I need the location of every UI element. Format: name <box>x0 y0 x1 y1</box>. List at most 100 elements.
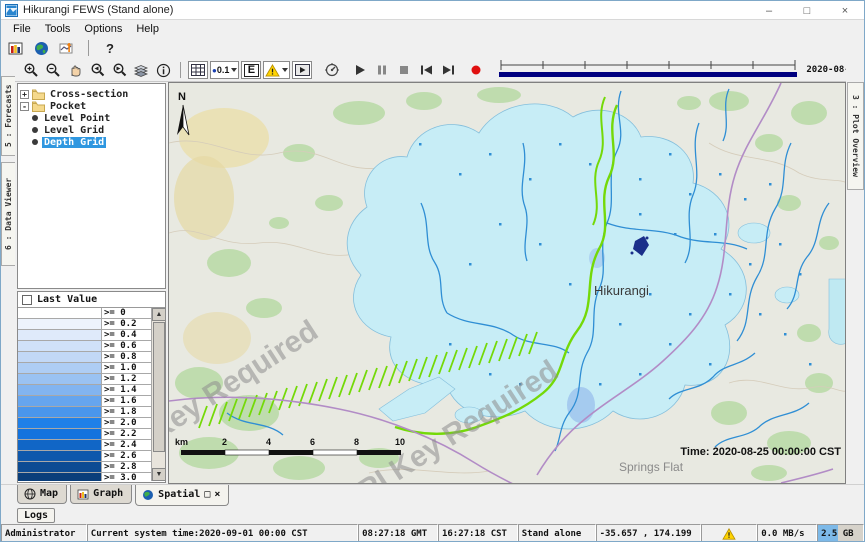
legend-row[interactable]: >= 1.2 <box>18 374 151 385</box>
tab-spatial[interactable]: Spatial □ × <box>135 485 229 506</box>
legend-row[interactable]: >= 1.4 <box>18 385 151 396</box>
legend-title: Last Value <box>37 294 97 305</box>
close-button[interactable]: × <box>826 1 864 20</box>
place-label-springs-flat: Springs Flat <box>619 460 684 474</box>
status-coordinates: -35.657 , 174.199 <box>596 524 702 542</box>
stop-button[interactable] <box>394 60 414 80</box>
tab-plot-overview-label: 3 : Plot Overview <box>851 95 860 177</box>
step-back-button[interactable] <box>416 60 436 80</box>
pause-button[interactable] <box>372 60 392 80</box>
tab-maximize-icon[interactable]: □ <box>204 489 210 500</box>
play-button[interactable] <box>350 60 370 80</box>
legend-swatch <box>18 440 102 450</box>
warning-icon <box>722 528 736 540</box>
window-title: Hikurangi FEWS (Stand alone) <box>23 4 173 16</box>
tab-graph[interactable]: Graph <box>70 485 132 504</box>
legend-row[interactable]: >= 2.4 <box>18 440 151 451</box>
minimize-button[interactable]: – <box>750 1 788 20</box>
menu-item[interactable]: Help <box>129 22 166 36</box>
scrollbar-thumb[interactable] <box>153 322 165 452</box>
legend-row[interactable]: >= 2.2 <box>18 429 151 440</box>
scroll-down-icon[interactable]: ▼ <box>152 468 165 481</box>
legend-toggle-button[interactable]: E <box>241 61 261 79</box>
legend-row[interactable]: >= 2.0 <box>18 418 151 429</box>
legend-scrollbar[interactable]: ▲ ▼ <box>151 308 165 481</box>
tree-item-level-point[interactable]: Level Point <box>18 112 165 124</box>
filters-tree[interactable]: + Cross-section - Pocket Level Point Lev… <box>17 83 166 289</box>
last-value-checkbox[interactable] <box>22 295 32 305</box>
record-button[interactable] <box>466 60 486 80</box>
scroll-up-icon[interactable]: ▲ <box>152 308 165 321</box>
legend-row[interactable]: >= 0.4 <box>18 330 151 341</box>
tab-data-viewer-label: 6 : Data Viewer <box>4 178 13 250</box>
menu-bar: FileToolsOptionsHelp <box>1 20 864 37</box>
zoom-in-button[interactable] <box>21 60 41 80</box>
folder-icon <box>32 101 45 112</box>
legend-swatch <box>18 396 102 406</box>
title-bar[interactable]: Hikurangi FEWS (Stand alone) – □ × <box>1 1 864 20</box>
grid-toggle-button[interactable] <box>188 61 208 79</box>
legend-row[interactable]: >= 2.8 <box>18 462 151 473</box>
legend-row[interactable]: >= 1.6 <box>18 396 151 407</box>
globe-icon <box>142 489 154 501</box>
map-canvas[interactable]: API Key Required API Key Required N km <box>169 83 846 484</box>
menu-item[interactable]: Options <box>77 22 129 36</box>
legend-row[interactable]: >= 0.8 <box>18 352 151 363</box>
legend-row-label: >= 1.0 <box>102 363 151 373</box>
legend-row[interactable]: >= 2.6 <box>18 451 151 462</box>
legend-row[interactable]: >= 0.6 <box>18 341 151 352</box>
tree-item-depth-grid[interactable]: Depth Grid <box>18 136 165 148</box>
menu-item[interactable]: File <box>6 22 38 36</box>
help-button[interactable]: ? <box>100 38 120 58</box>
legend-row[interactable]: >= 1.8 <box>18 407 151 418</box>
tab-forecasts-label: 5 : Forecasts <box>4 85 13 148</box>
zoom-out-button[interactable] <box>43 60 63 80</box>
app-logo-icon <box>5 4 18 17</box>
legend-swatch <box>18 374 102 384</box>
legend-rows: >= 0 >= 0.2 >= 0.4 <box>18 308 165 481</box>
zoom-previous-button[interactable] <box>87 60 107 80</box>
archive-display-button[interactable] <box>5 38 25 58</box>
tab-graph-label: Graph <box>93 488 123 499</box>
logs-button[interactable]: Logs <box>17 508 55 523</box>
toolbar-main: ? <box>1 37 864 59</box>
expand-icon[interactable]: + <box>20 90 29 99</box>
profile-chart-button[interactable] <box>57 38 77 58</box>
tab-forecasts[interactable]: 5 : Forecasts <box>1 76 15 156</box>
tree-item-level-grid[interactable]: Level Grid <box>18 124 165 136</box>
warning-threshold-button[interactable] <box>263 61 290 79</box>
layers-button[interactable] <box>131 60 151 80</box>
menu-item[interactable]: Tools <box>38 22 78 36</box>
maximize-button[interactable]: □ <box>788 1 826 20</box>
legend-row-label: >= 1.8 <box>102 407 151 417</box>
status-warning-cell[interactable] <box>701 524 757 542</box>
legend-swatch <box>18 407 102 417</box>
tree-item-label: Cross-section <box>48 89 130 100</box>
legend-row[interactable]: >= 0.2 <box>18 319 151 330</box>
legend-row[interactable]: >= 3.0 <box>18 473 151 481</box>
legend-swatch <box>18 429 102 439</box>
tab-spatial-label: Spatial <box>158 489 200 500</box>
status-local-time: 16:27:18 CST <box>438 524 518 542</box>
tab-close-icon[interactable]: × <box>214 489 220 500</box>
tree-item-cross-section[interactable]: + Cross-section <box>18 88 165 100</box>
tree-item-pocket[interactable]: - Pocket <box>18 100 165 112</box>
tab-map[interactable]: Map <box>17 485 67 504</box>
logs-row: Logs <box>1 506 864 524</box>
timeline-slider[interactable] <box>498 59 798 81</box>
legend-row[interactable]: >= 1.0 <box>18 363 151 374</box>
collapse-icon[interactable]: - <box>20 102 29 111</box>
gauge-button[interactable] <box>322 60 342 80</box>
globe-map-button[interactable] <box>31 38 51 58</box>
contour-interval-button[interactable]: ●0.1 <box>210 61 239 79</box>
legend-row[interactable]: >= 0 <box>18 308 151 319</box>
pan-hand-button[interactable] <box>65 60 85 80</box>
animation-movie-button[interactable] <box>292 61 312 79</box>
info-button[interactable] <box>153 60 173 80</box>
zoom-next-button[interactable] <box>109 60 129 80</box>
tab-plot-overview[interactable]: 3 : Plot Overview <box>847 82 864 190</box>
step-forward-button[interactable] <box>438 60 458 80</box>
legend-swatch <box>18 418 102 428</box>
status-net-speed: 0.0 MB/s <box>757 524 817 542</box>
tab-data-viewer[interactable]: 6 : Data Viewer <box>1 162 15 266</box>
